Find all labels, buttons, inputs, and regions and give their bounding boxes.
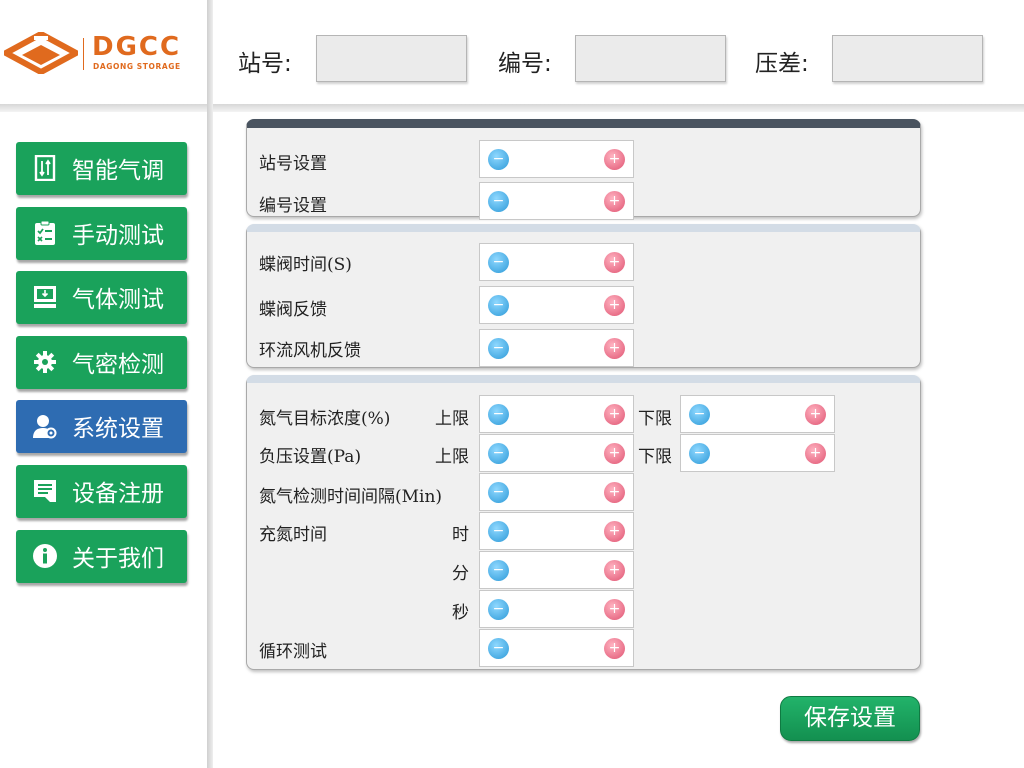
cycle-test-stepper[interactable]: − + [479,629,634,667]
minus-button[interactable]: − [488,149,509,170]
plus-button[interactable]: + [604,482,625,503]
sidebar-item-device-register[interactable]: 设备注册 [16,465,187,518]
plus-button[interactable]: + [604,521,625,542]
minus-button[interactable]: − [488,338,509,359]
plus-button[interactable]: + [604,149,625,170]
serial-number-label: 编号: [498,51,552,77]
pressure-diff-label: 压差: [755,51,809,77]
sidebar-item-smart-atmosphere[interactable]: 智能气调 [16,142,187,195]
minus-button[interactable]: − [488,443,509,464]
serial-number-display[interactable] [575,35,726,82]
plus-button[interactable]: + [604,338,625,359]
valve-feedback-label: 蝶阀反馈 [259,300,327,320]
sidebar-divider [207,0,213,768]
clipboard-checklist-icon [35,220,55,245]
charge-minute-stepper[interactable]: − + [479,551,634,589]
minute-label: 分 [452,564,469,584]
logo-text: DGCC [92,32,182,62]
company-logo: DGCC DAGONG STORAGE [4,32,206,74]
second-label: 秒 [452,603,469,623]
pressure-setting-label: 负压设置(Pa) [259,447,362,467]
station-number-display[interactable] [316,35,467,82]
gear-icon [34,351,56,373]
upper-limit-label: 上限 [435,409,469,429]
pressure-lower-stepper[interactable]: − + [680,434,835,472]
user-settings-icon [33,415,57,439]
document-icon [34,480,56,502]
sidebar-item-label: 智能气调 [72,158,164,184]
plus-button[interactable]: + [805,404,826,425]
monitor-download-icon [34,286,56,308]
hour-label: 时 [452,525,469,545]
top-bar: DGCC DAGONG STORAGE 站号: 编号: 压差: [0,0,1024,110]
station-settings-panel: 站号设置 − + 编号设置 − + [246,119,921,220]
minus-button[interactable]: − [488,191,509,212]
cycle-test-label: 循环测试 [259,642,327,662]
sidebar-item-label: 系统设置 [72,416,164,442]
sidebar-item-label: 气体测试 [72,287,164,313]
nitrogen-target-label: 氮气目标浓度(%) [259,409,391,429]
serial-setting-label: 编号设置 [259,196,327,216]
minus-button[interactable]: − [488,404,509,425]
plus-button[interactable]: + [604,560,625,581]
minus-button[interactable]: − [488,599,509,620]
sidebar-item-airtight-check[interactable]: 气密检测 [16,336,187,389]
sidebar-item-label: 气密检测 [72,352,164,378]
fan-feedback-label: 环流风机反馈 [259,341,361,361]
plus-button[interactable]: + [805,443,826,464]
pressure-upper-stepper[interactable]: − + [479,434,634,472]
sidebar: 智能气调 手动测试 气体测试 气密检测 系统设置 设备注册 关于我们 [0,112,207,768]
header-divider [0,104,1024,112]
charge-second-stepper[interactable]: − + [479,590,634,628]
serial-setting-stepper[interactable]: − + [479,182,634,220]
nitrogen-settings-panel: 氮气目标浓度(%) 上限 − + 下限 − + 负压设置(Pa) 上限 − + … [246,375,921,670]
sidebar-item-about-us[interactable]: 关于我们 [16,530,187,583]
valve-feedback-stepper[interactable]: − + [479,286,634,324]
plus-button[interactable]: + [604,443,625,464]
lower-limit-label: 下限 [638,409,672,429]
minus-button[interactable]: − [488,638,509,659]
station-setting-stepper[interactable]: − + [479,140,634,178]
sidebar-item-label: 关于我们 [72,546,164,572]
logo-divider [83,38,84,70]
pressure-diff-display[interactable] [832,35,983,82]
plus-button[interactable]: + [604,638,625,659]
minus-button[interactable]: − [488,252,509,273]
minus-button[interactable]: − [488,482,509,503]
sidebar-item-label: 手动测试 [72,223,164,249]
sidebar-item-system-settings[interactable]: 系统设置 [16,400,187,453]
plus-button[interactable]: + [604,252,625,273]
detection-interval-label: 氮气检测时间间隔(Min) [259,487,443,507]
fan-feedback-stepper[interactable]: − + [479,329,634,367]
minus-button[interactable]: − [689,404,710,425]
minus-button[interactable]: − [488,295,509,316]
info-icon [33,544,57,568]
sidebar-item-manual-test[interactable]: 手动测试 [16,207,187,260]
valve-time-label: 蝶阀时间(S) [259,255,352,275]
plus-button[interactable]: + [604,599,625,620]
plus-button[interactable]: + [604,404,625,425]
nitrogen-lower-stepper[interactable]: − + [680,395,835,433]
minus-button[interactable]: − [488,521,509,542]
charge-hour-stepper[interactable]: − + [479,512,634,550]
valve-time-stepper[interactable]: − + [479,243,634,281]
plus-button[interactable]: + [604,191,625,212]
door-swap-icon [34,155,56,181]
charge-time-label: 充氮时间 [259,525,327,545]
sidebar-item-gas-test[interactable]: 气体测试 [16,271,187,324]
minus-button[interactable]: − [689,443,710,464]
detection-interval-stepper[interactable]: − + [479,473,634,511]
sidebar-item-label: 设备注册 [72,481,164,507]
plus-button[interactable]: + [604,295,625,316]
station-number-label: 站号: [238,51,292,77]
valve-settings-panel: 蝶阀时间(S) − + 蝶阀反馈 − + 环流风机反馈 − + [246,224,921,368]
upper-limit-label: 上限 [435,447,469,467]
lower-limit-label: 下限 [638,447,672,467]
save-settings-button[interactable]: 保存设置 [780,696,920,741]
nitrogen-upper-stepper[interactable]: − + [479,395,634,433]
house-logo-icon [4,32,78,74]
minus-button[interactable]: − [488,560,509,581]
logo-subtitle: DAGONG STORAGE [93,62,181,71]
station-setting-label: 站号设置 [259,154,327,174]
